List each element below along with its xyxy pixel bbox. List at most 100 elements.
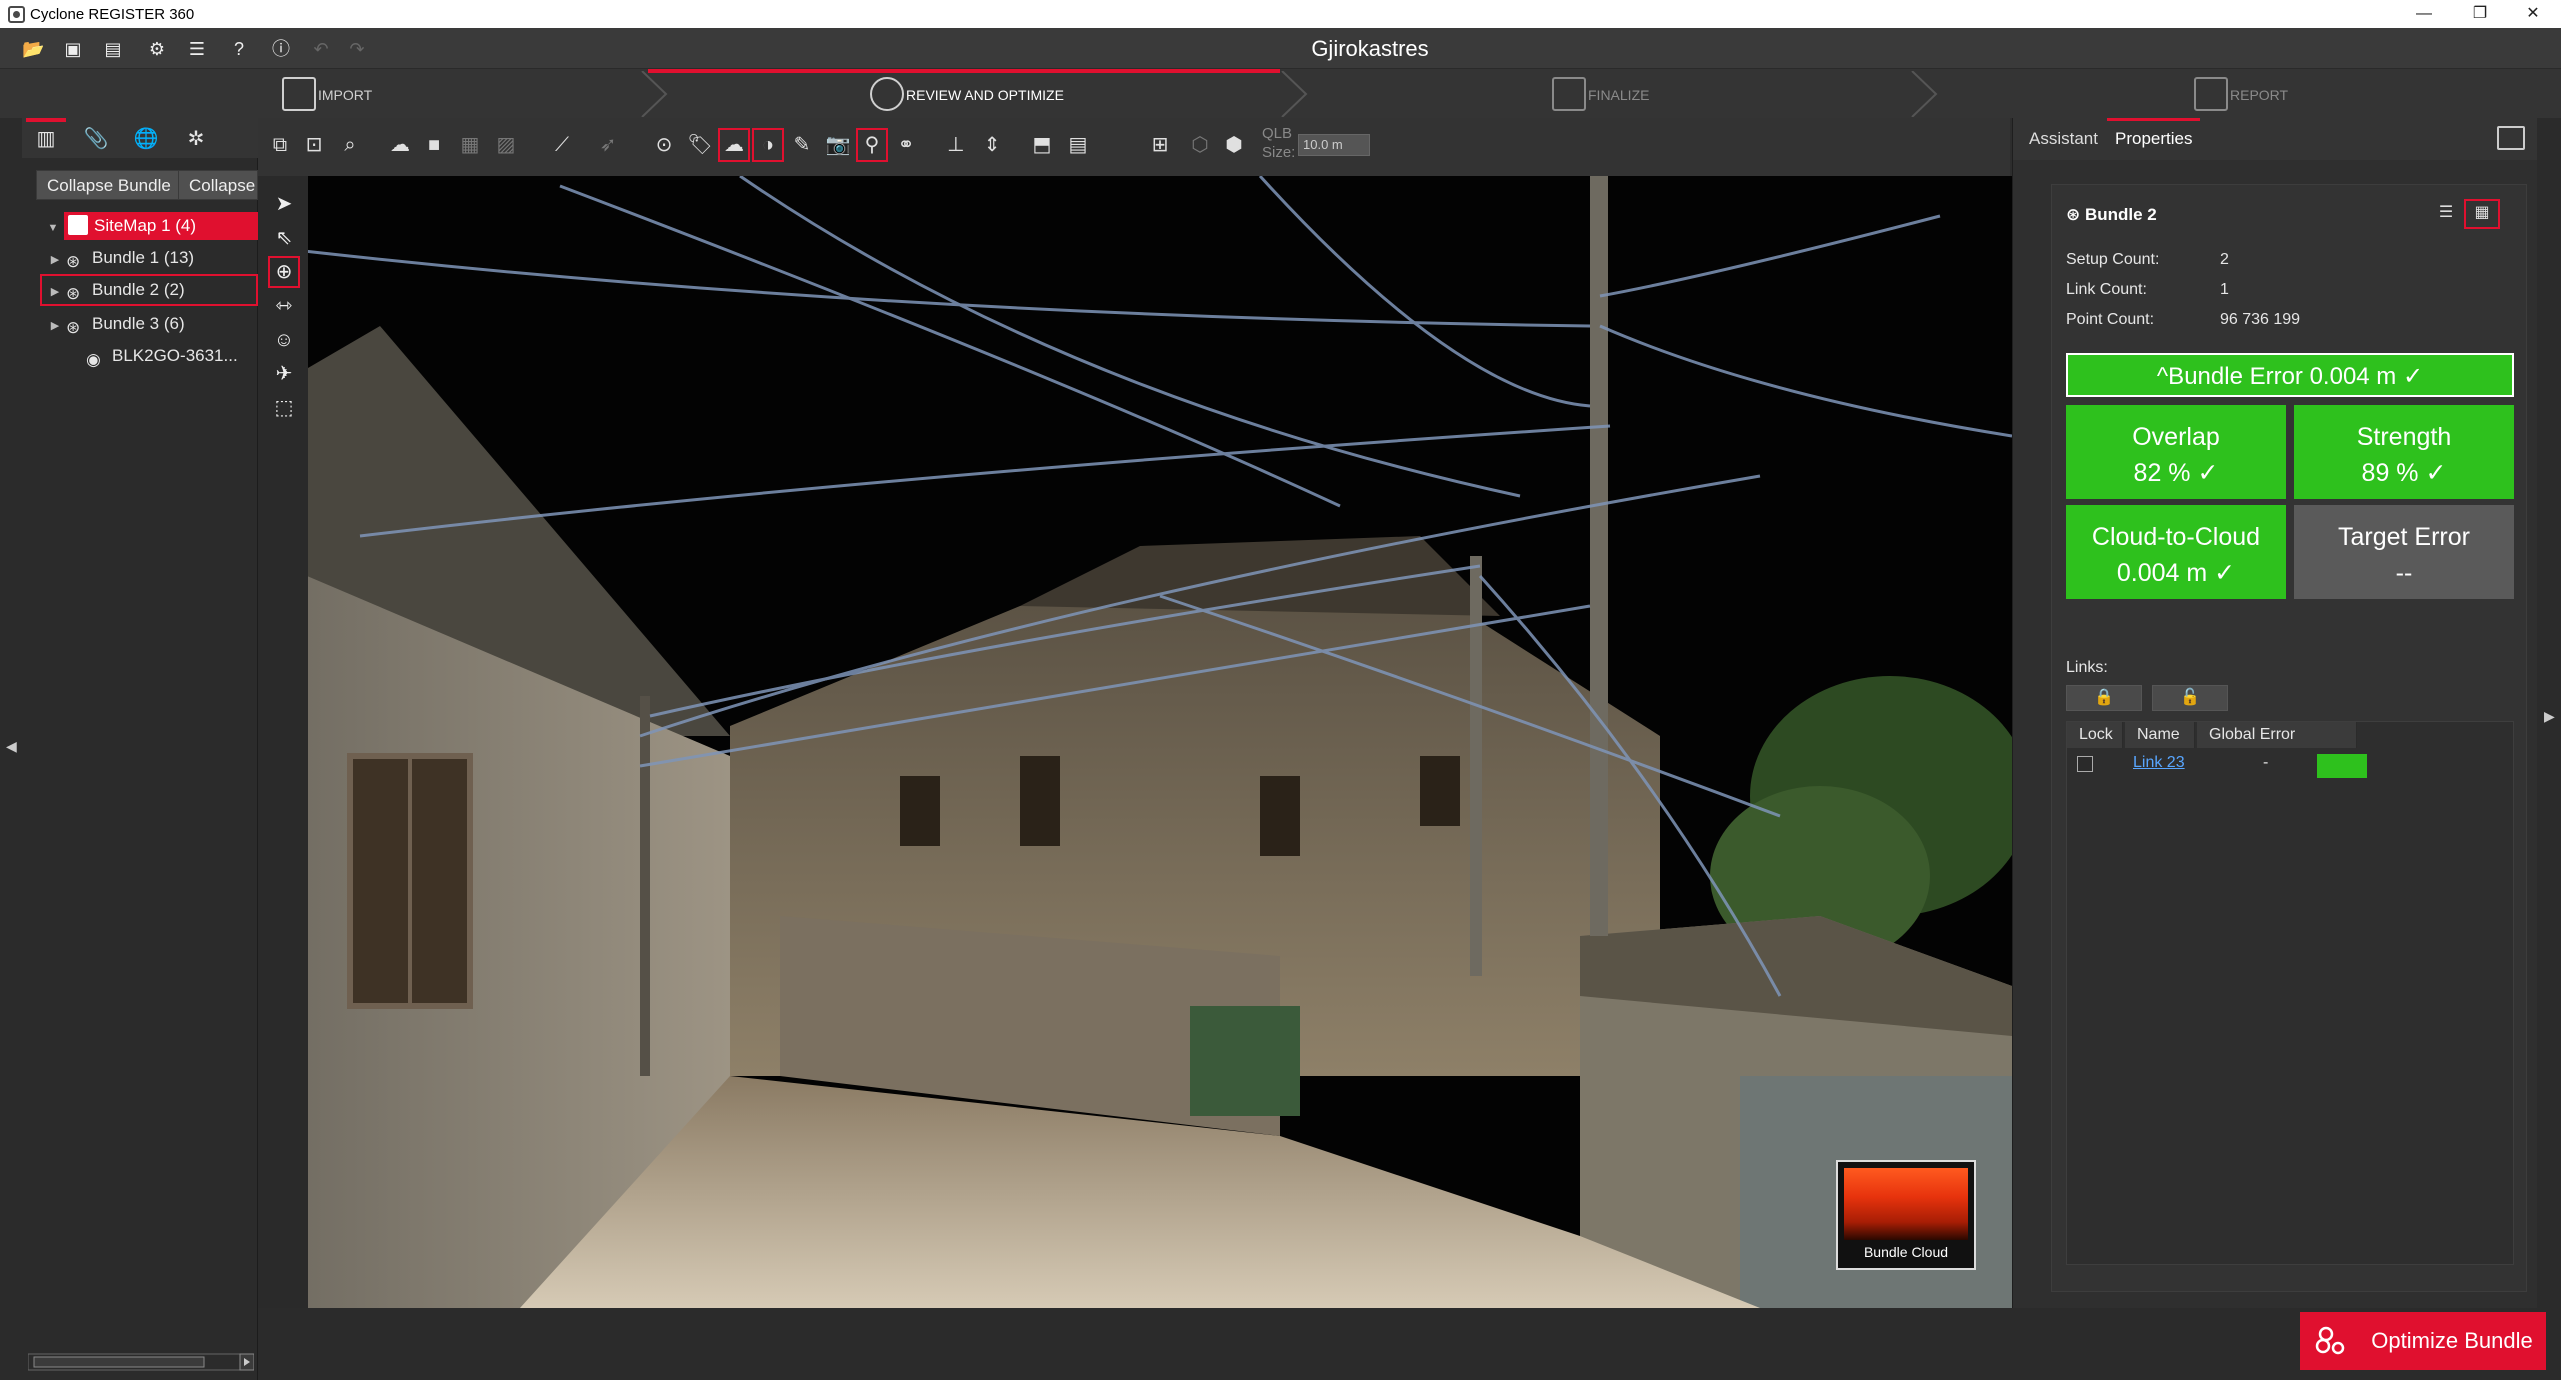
tree-item-bundle-1[interactable]: ▶ ⊛ Bundle 1 (13) — [51, 244, 258, 272]
undo-icon[interactable]: ↶ — [310, 38, 332, 60]
bundle-error-toggle[interactable]: ^Bundle Error 0.004 m ✓ — [2066, 353, 2514, 397]
dropdown-grid-icon[interactable]: ▤ — [1064, 130, 1092, 160]
chevron-down-icon[interactable]: ▼ — [42, 212, 64, 240]
axes-icon[interactable]: ⊥ — [942, 130, 970, 160]
mode-m-icon[interactable]: ⬢ — [1220, 130, 1248, 160]
clouds-icon[interactable]: ☁ — [386, 130, 414, 160]
pointer-icon[interactable]: ➤ — [270, 190, 298, 218]
optimize-bundle-button[interactable]: Optimize Bundle — [2300, 1312, 2546, 1370]
limit-box-icon[interactable]: ⬒ — [1028, 130, 1056, 160]
tab-sitemap-tree-icon[interactable]: ▥ — [26, 118, 66, 154]
select-pointer-icon[interactable]: ⇖ — [270, 224, 298, 252]
box-icon[interactable]: ■ — [420, 130, 448, 160]
tab-properties[interactable]: Properties — [2107, 118, 2201, 160]
column-header-global-error[interactable]: Global Error — [2197, 722, 2357, 748]
cloud-shading-icon[interactable]: ☁ — [718, 128, 750, 162]
column-header-lock[interactable]: Lock — [2067, 722, 2123, 748]
point-cloud-viewport[interactable]: Bundle Cloud — [260, 176, 2012, 1308]
qlb-label-line1: QLB — [1262, 125, 1293, 142]
setup-count-label: Setup Count: — [2066, 251, 2160, 268]
pick-icon[interactable]: ➶ — [594, 130, 622, 160]
fit-icon[interactable]: ⊡ — [300, 130, 328, 160]
close-window-button[interactable]: ✕ — [2505, 0, 2561, 28]
camera-icon[interactable]: 📷 — [824, 130, 852, 160]
tab-assistant[interactable]: Assistant — [2021, 118, 2106, 160]
step-finalize[interactable]: FINALIZE — [1300, 69, 1920, 119]
chevron-right-icon[interactable]: ▶ — [44, 278, 66, 306]
tree-item-label: Bundle 1 (13) — [92, 248, 195, 267]
right-collapse-strip[interactable]: ▶ — [2537, 118, 2561, 1308]
help-icon[interactable]: ? — [228, 38, 250, 60]
redo-icon[interactable]: ↷ — [346, 38, 368, 60]
tree-item-sitemap[interactable]: SiteMap 1 (4) — [64, 212, 258, 240]
tab-targets-icon[interactable]: ✲ — [176, 124, 216, 154]
left-collapse-strip[interactable]: ◀ — [0, 118, 22, 1380]
fly-icon[interactable]: ✈ — [270, 360, 298, 388]
bundle-cloud-thumbnail[interactable]: Bundle Cloud — [1836, 1160, 1976, 1270]
step-review-label: REVIEW AND OPTIMIZE — [906, 87, 1064, 103]
lock-links-button[interactable]: 🔒 — [2066, 685, 2142, 711]
tag-icon[interactable]: 🏷 — [686, 130, 714, 160]
open-folder-icon[interactable]: 📂 — [22, 38, 44, 60]
collapse-right-icon[interactable]: ▶ — [2544, 708, 2555, 725]
split-view-icon[interactable]: ▦ — [456, 130, 484, 160]
menu-bar: 📂 ▣ ▤ ⚙ ☰ ? ⓘ ↶ ↷ Gjirokastres — [0, 28, 2561, 68]
select-setups-icon[interactable]: ⧉ — [266, 130, 294, 160]
pen-icon[interactable]: ✎ — [788, 130, 816, 160]
orbit-icon[interactable]: ⊕ — [268, 256, 300, 288]
cube-icon[interactable]: ⬡ — [1186, 130, 1214, 160]
link-setup-icon[interactable]: ⚭ — [892, 130, 920, 160]
strength-metric[interactable]: Strength 89 % ✓ — [2294, 405, 2514, 499]
info-icon[interactable]: ⓘ — [270, 38, 292, 60]
chevron-right-icon[interactable]: ▶ — [44, 246, 66, 274]
grid-view-icon[interactable]: ▦ — [2464, 199, 2500, 229]
target-error-metric[interactable]: Target Error -- — [2294, 505, 2514, 599]
collapse-button[interactable]: Collapse — [178, 170, 258, 200]
color-sphere-icon[interactable]: ◑ — [752, 128, 784, 162]
sitemap-icon — [68, 215, 88, 235]
maximize-button[interactable]: ❐ — [2452, 0, 2508, 28]
step-import-label: IMPORT — [318, 87, 373, 103]
list-view-icon[interactable]: ☰ — [2430, 201, 2462, 227]
cloud-to-cloud-metric[interactable]: Cloud-to-Cloud 0.004 m ✓ — [2066, 505, 2286, 599]
chevron-right-icon[interactable]: ▶ — [44, 312, 66, 340]
target-circle-icon[interactable]: ⊙ — [650, 130, 678, 160]
collapse-left-icon[interactable]: ◀ — [6, 738, 17, 755]
overlap-metric[interactable]: Overlap 82 % ✓ — [2066, 405, 2286, 499]
tab-globe-icon[interactable]: 🌐 — [126, 124, 166, 154]
cloud-to-cloud-value: 0.004 m ✓ — [2116, 559, 2236, 587]
settings-gear-icon[interactable]: ⚙ — [146, 38, 168, 60]
align-icon[interactable]: ⇕ — [978, 130, 1006, 160]
properties-panel: ⊛ Bundle 2 ☰ ▦ Setup Count: 2 Link Count:… — [2051, 184, 2527, 1292]
tree-item-bundle-3[interactable]: ▶ ⊛ Bundle 3 (6) — [51, 310, 258, 338]
image-view-icon[interactable]: ▨ — [492, 130, 520, 160]
review-icon — [870, 77, 904, 111]
link-count-value: 1 — [2220, 281, 2229, 298]
expand-panel-icon[interactable] — [2497, 126, 2525, 150]
zoom-fit-icon[interactable]: ⌕ — [336, 130, 364, 160]
step-import[interactable]: IMPORT — [0, 69, 640, 119]
minimize-button[interactable]: — — [2396, 0, 2452, 28]
walk-person-icon[interactable]: ☺ — [270, 326, 298, 354]
links-label: Links: — [2066, 659, 2108, 676]
qlb-size-input[interactable]: 10.0 m — [1298, 134, 1370, 156]
project-list-icon[interactable]: ▤ — [102, 38, 124, 60]
unlock-links-button[interactable]: 🔓 — [2152, 685, 2228, 711]
step-finalize-label: FINALIZE — [1588, 87, 1650, 103]
column-header-name[interactable]: Name — [2125, 722, 2195, 748]
tree-item-bundle-2[interactable]: ▶ ⊛ Bundle 2 (2) — [40, 274, 258, 306]
tree-item-setup[interactable]: ◉ BLK2GO-3631... — [86, 342, 258, 370]
save-project-icon[interactable]: ▣ — [62, 38, 84, 60]
step-report[interactable]: REPORT — [1930, 69, 2561, 119]
display-mode-icon[interactable]: ⊞ — [1146, 130, 1174, 160]
tab-attachments-icon[interactable]: 📎 — [76, 124, 116, 154]
step-review-and-optimize[interactable]: REVIEW AND OPTIMIZE — [648, 69, 1280, 119]
location-pin-icon[interactable]: ⚲ — [856, 128, 888, 162]
link-name-link[interactable]: Link 23 — [2133, 750, 2185, 776]
link-lock-checkbox[interactable] — [2077, 756, 2093, 772]
measure-icon[interactable]: ⟋ — [548, 130, 576, 160]
horizontal-scrollbar[interactable] — [28, 1352, 254, 1372]
view-cube-icon[interactable]: ⬚ — [270, 394, 298, 422]
pan-horizontal-icon[interactable]: ⇿ — [270, 292, 298, 320]
database-icon[interactable]: ☰ — [186, 38, 208, 60]
